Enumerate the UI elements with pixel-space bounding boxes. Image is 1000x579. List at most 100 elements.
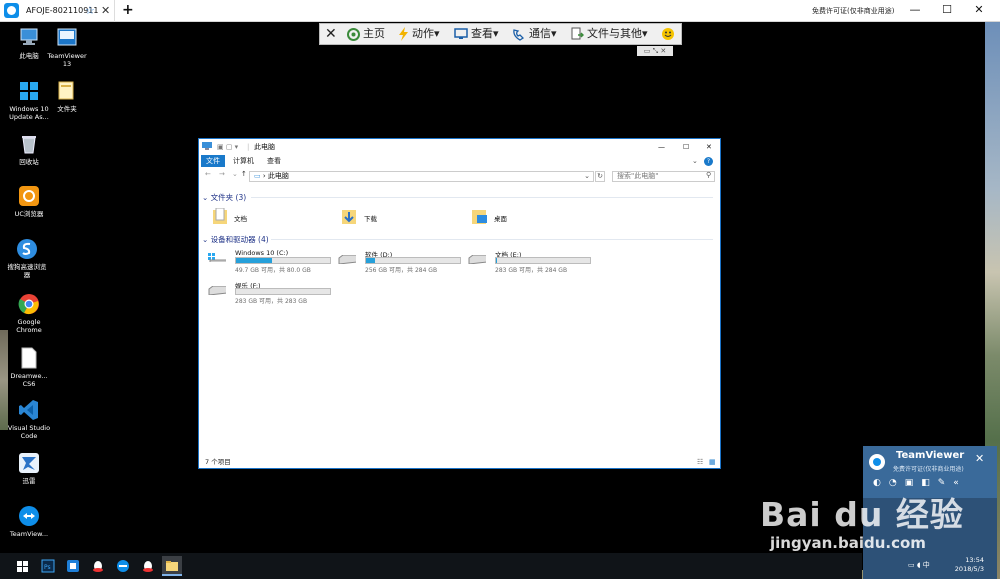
folder-name: 文档: [234, 215, 247, 223]
taskbar-teamviewer[interactable]: [113, 556, 133, 576]
teamviewer-logo-icon: [869, 454, 885, 470]
qq-icon: [143, 561, 153, 572]
teamviewer-panel-actions[interactable]: ◐◔▣◧✎«: [873, 478, 967, 488]
details-view-icon[interactable]: ☷: [697, 458, 703, 466]
address-row: ← → ⌄ ↑ ▭ › 此电脑 ⌄ ↻ 搜索"此电脑" ⚲: [199, 169, 720, 183]
status-bar-count: 7 个项目: [205, 458, 231, 466]
tiles-view-icon[interactable]: ▦: [709, 458, 716, 466]
photoshop-icon: Ps: [41, 559, 55, 573]
start-button[interactable]: [13, 556, 33, 576]
folder-desktop[interactable]: 桌面: [472, 208, 552, 226]
desktop-icon-recycle-bin[interactable]: 回收站: [7, 133, 51, 166]
desktop-icon-label: 搜狗高速浏览器: [7, 263, 47, 279]
up-icon[interactable]: ↑: [241, 170, 247, 178]
tab-view[interactable]: 查看: [267, 155, 281, 167]
search-input[interactable]: 搜索"此电脑": [612, 171, 715, 182]
ribbon-expand-icon[interactable]: ⌄: [692, 155, 698, 167]
new-tab-button[interactable]: +: [122, 0, 134, 20]
desktop-icon-teamviewer[interactable]: TeamViewer 13: [45, 27, 89, 68]
desktop-icon-chrome[interactable]: Google Chrome: [7, 293, 51, 334]
taskbar-explorer[interactable]: [162, 556, 182, 576]
maximize-button[interactable]: ☐: [932, 0, 962, 22]
folder-documents[interactable]: 文档: [213, 208, 293, 226]
toolbar-mini-controls[interactable]: ▭ ⤡ ✕: [637, 46, 673, 56]
folders-group-header[interactable]: ⌄ 文件夹 (3): [202, 192, 246, 203]
desktop-icon-label: UC浏览器: [14, 210, 44, 218]
remote-toolbar: ✕ 主页 动作▾ 查看▾ 通信▾ 文件与其他▾: [319, 23, 682, 45]
files-button[interactable]: 文件与其他▾: [570, 24, 648, 44]
desktop-folder-icon: [472, 210, 487, 224]
actions-label: 动作: [412, 27, 434, 40]
drive-usage-fill: [366, 258, 376, 263]
explorer-close-button[interactable]: ✕: [706, 139, 712, 155]
vscode-icon: [18, 399, 40, 421]
desktop-icon-vscode[interactable]: Visual Studio Code: [7, 399, 51, 440]
feedback-button[interactable]: [661, 24, 675, 44]
desktop-icon-uc-browser[interactable]: UC浏览器: [7, 185, 51, 218]
teamviewer-app-icon: [117, 560, 129, 572]
refresh-button[interactable]: ↻: [595, 171, 605, 182]
recycle-bin-icon: [18, 133, 40, 155]
communicate-button[interactable]: 通信▾: [512, 24, 557, 44]
actions-button[interactable]: 动作▾: [398, 24, 440, 44]
downloads-folder-icon: [342, 210, 356, 224]
taskbar: Ps: [0, 553, 862, 579]
desktop-icon-teamviewer-2[interactable]: TeamView...: [7, 505, 51, 538]
desktop-icon-sogou-browser[interactable]: 搜狗高速浏览器: [5, 238, 49, 279]
system-tray[interactable]: ▭ ◖ 中: [908, 560, 930, 570]
folder-downloads[interactable]: 下载: [342, 208, 422, 226]
explorer-maximize-button[interactable]: ☐: [683, 139, 689, 155]
search-icon[interactable]: ⚲: [706, 171, 711, 179]
files-label: 文件与其他: [587, 27, 642, 40]
collapse-icon: ⌄: [202, 235, 211, 244]
hard-drive-icon: [468, 255, 486, 264]
explorer-minimize-button[interactable]: —: [658, 139, 665, 155]
back-icon[interactable]: ←: [205, 170, 211, 178]
drive-f[interactable]: 娱乐 (F:) 283 GB 可用，共 283 GB: [208, 280, 338, 305]
tab-file[interactable]: 文件: [201, 155, 225, 167]
tab-computer[interactable]: 计算机: [233, 155, 254, 167]
address-dropdown-icon[interactable]: ⌄: [584, 172, 590, 181]
drive-d[interactable]: 软件 (D:) 256 GB 可用，共 284 GB: [338, 249, 468, 274]
minimize-button[interactable]: —: [900, 0, 930, 22]
drives-header: 设备和驱动器 (4): [210, 235, 269, 244]
group-divider: [271, 239, 713, 240]
taskbar-qq[interactable]: [88, 556, 108, 576]
address-bar[interactable]: ▭ › 此电脑 ⌄: [249, 171, 594, 182]
view-button[interactable]: 查看▾: [454, 24, 499, 44]
drive-c[interactable]: Windows 10 (C:) 49.7 GB 可用，共 80.0 GB: [208, 249, 338, 274]
favorite-star-icon[interactable]: ☆: [85, 0, 95, 22]
quick-access-icons[interactable]: ▣ ▢ ▾: [217, 139, 238, 155]
uc-browser-icon: [18, 185, 40, 207]
taskbar-clock[interactable]: 13:54 2018/5/3: [940, 556, 984, 574]
end-session-button[interactable]: ✕: [325, 24, 337, 44]
desktop-icon-dreamweaver[interactable]: Dreamwe... CS6: [7, 347, 51, 388]
hard-drive-icon: [338, 255, 356, 264]
drive-usage-fill: [236, 258, 272, 263]
documents-folder-icon: [213, 208, 227, 224]
teamviewer-panel-title: TeamViewer: [896, 450, 965, 461]
desktop-icon-xunlei[interactable]: 迅雷: [7, 452, 51, 485]
history-icon[interactable]: ⌄: [232, 170, 238, 178]
drive-name: Windows 10 (C:): [235, 249, 289, 257]
computer-icon: [202, 142, 212, 150]
desktop-icon-folder[interactable]: 文件夹: [45, 80, 89, 113]
chrome-icon: [18, 293, 40, 315]
drive-e[interactable]: 文档 (E:) 283 GB 可用，共 284 GB: [468, 249, 598, 274]
home-label: 主页: [363, 27, 385, 40]
session-tab[interactable]: AFOJE-802110911 ☆ ✕: [20, 0, 115, 22]
ime-indicator[interactable]: 中: [923, 561, 930, 569]
help-icon[interactable]: ?: [704, 157, 713, 166]
close-button[interactable]: ✕: [964, 0, 994, 22]
close-tab-icon[interactable]: ✕: [101, 0, 110, 22]
taskbar-photoshop[interactable]: Ps: [38, 556, 58, 576]
actions-caret-icon: ▾: [434, 27, 440, 40]
drives-group-header[interactable]: ⌄ 设备和驱动器 (4): [202, 234, 269, 245]
home-button[interactable]: 主页: [347, 24, 385, 44]
taskbar-qq-2[interactable]: [138, 556, 158, 576]
teamviewer-panel-close-button[interactable]: ✕: [975, 452, 984, 465]
view-caret-icon: ▾: [493, 27, 499, 40]
taskbar-app[interactable]: [63, 556, 83, 576]
teamviewer-app-icon: [18, 505, 40, 527]
forward-icon[interactable]: →: [219, 170, 225, 178]
